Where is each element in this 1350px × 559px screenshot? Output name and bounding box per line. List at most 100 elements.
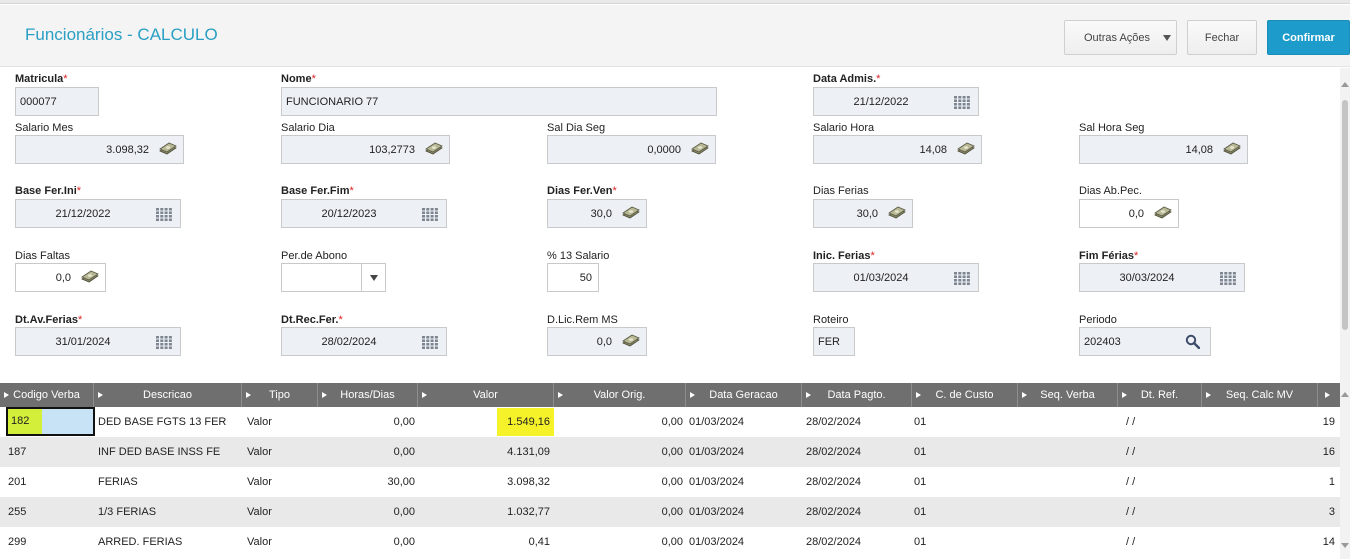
base-fer-ini-input[interactable]: 21/12/2022 [15, 199, 181, 228]
d-lic-rem-ms-label: D.Lic.Rem MS [547, 314, 618, 326]
selected-cell[interactable]: 182 [6, 407, 95, 436]
scroll-thumb[interactable] [1342, 100, 1348, 330]
col-data-geracao[interactable]: Data Geracao [686, 383, 802, 407]
col-dt-ref[interactable]: Dt. Ref. [1118, 383, 1202, 407]
col-seq-verba[interactable]: Seq. Verba [1018, 383, 1118, 407]
dias-fer-ven-input[interactable]: 30,0 [547, 199, 647, 228]
money-icon[interactable] [622, 206, 640, 221]
sal-hora-seg-input[interactable]: 14,08 [1079, 135, 1248, 164]
cell-dt-ref: / / [1126, 446, 1136, 458]
col-horas-dias[interactable]: Horas/Dias [318, 383, 418, 407]
inic-ferias-label: Inic. Ferias* [813, 250, 875, 262]
close-button[interactable]: Fechar [1187, 20, 1257, 55]
sort-arrow-icon [4, 392, 9, 398]
cell-horas: 0,00 [393, 416, 415, 428]
col-more[interactable] [1318, 383, 1340, 407]
data-admis-input[interactable]: 21/12/2022 [813, 87, 979, 116]
cell-tipo: Valor [247, 416, 272, 428]
col-c-de-custo[interactable]: C. de Custo [912, 383, 1018, 407]
col-data-pagto[interactable]: Data Pagto. [802, 383, 912, 407]
dias-ferias-input[interactable]: 30,0 [813, 199, 913, 228]
dias-faltas-label: Dias Faltas [15, 250, 71, 262]
money-icon[interactable] [622, 334, 640, 349]
scroll-up-icon[interactable] [1341, 82, 1349, 87]
money-icon[interactable] [957, 142, 975, 157]
salario-dia-input[interactable]: 103,2773 [281, 135, 450, 164]
base-fer-ini-label: Base Fer.Ini* [15, 185, 82, 197]
sal-dia-seg-input[interactable]: 0,0000 [547, 135, 716, 164]
money-icon[interactable] [81, 270, 99, 285]
cell-seq-calc: 3 [1328, 506, 1335, 518]
calendar-icon[interactable] [156, 208, 172, 221]
cell-horas: 30,00 [387, 476, 415, 488]
salario-mes-input[interactable]: 3.098,32 [15, 135, 184, 164]
scroll-up-icon[interactable] [1341, 392, 1349, 397]
confirm-button[interactable]: Confirmar [1267, 20, 1350, 55]
grid-scrollbar[interactable] [1340, 383, 1350, 559]
money-icon[interactable] [888, 206, 906, 221]
dias-ab-pec-label: Dias Ab.Pec. [1079, 185, 1142, 197]
base-fer-fim-input[interactable]: 20/12/2023 [281, 199, 447, 228]
col-tipo[interactable]: Tipo [242, 383, 318, 407]
table-row[interactable]: 182 DED BASE FGTS 13 FER Valor 0,00 1.54… [0, 407, 1340, 437]
dias-ab-pec-input[interactable]: 0,0 [1079, 199, 1179, 228]
cell-dt-ref: / / [1126, 506, 1136, 518]
scroll-down-icon[interactable] [1341, 543, 1349, 548]
inic-ferias-input[interactable]: 01/03/2024 [813, 263, 979, 292]
other-actions-button[interactable]: Outras Ações [1064, 20, 1177, 55]
dias-ferias-label: Dias Ferias [813, 185, 869, 197]
search-icon[interactable] [1185, 334, 1200, 349]
sort-arrow-icon [806, 392, 811, 398]
cell-codigo: 255 [8, 506, 27, 518]
cell-valor-orig: 0,00 [661, 476, 683, 488]
calendar-icon[interactable] [954, 272, 970, 285]
matricula-input[interactable]: 000077 [15, 87, 99, 116]
fim-ferias-input[interactable]: 30/03/2024 [1079, 263, 1245, 292]
sort-arrow-icon [322, 392, 327, 398]
cell-data-pagto: 28/02/2024 [806, 446, 862, 458]
caret-down-icon [1163, 35, 1171, 41]
form-scrollbar[interactable] [1340, 68, 1350, 383]
periodo-input[interactable]: 202403 [1079, 327, 1211, 356]
money-icon[interactable] [1223, 142, 1241, 157]
table-row[interactable]: 187 INF DED BASE INSS FE Valor 0,00 4.13… [0, 437, 1340, 467]
cell-seq-calc: 16 [1322, 446, 1335, 458]
base-fer-fim-label: Base Fer.Fim* [281, 185, 354, 197]
salario-hora-label: Salario Hora [813, 122, 875, 134]
cell-descricao: 1/3 FERIAS [98, 506, 157, 518]
cell-data-pagto: 28/02/2024 [806, 416, 862, 428]
cell-tipo: Valor [247, 506, 272, 518]
col-seq-calc-mv[interactable]: Seq. Calc MV [1202, 383, 1318, 407]
pct-13-salario-input[interactable]: 50 [547, 263, 599, 292]
calendar-icon[interactable] [954, 96, 970, 109]
money-icon[interactable] [425, 142, 443, 157]
cell-descricao: DED BASE FGTS 13 FER [98, 416, 227, 428]
col-valor[interactable]: Valor [418, 383, 554, 407]
dropdown-toggle[interactable] [361, 264, 385, 291]
table-row[interactable]: 299 ARRED. FERIAS Valor 0,00 0,41 0,00 0… [0, 527, 1340, 557]
money-icon[interactable] [159, 142, 177, 157]
calendar-icon[interactable] [422, 208, 438, 221]
table-row[interactable]: 201 FERIAS Valor 30,00 3.098,32 0,00 01/… [0, 467, 1340, 497]
col-descricao[interactable]: Descricao [94, 383, 242, 407]
calendar-icon[interactable] [1220, 272, 1236, 285]
money-icon[interactable] [1154, 206, 1172, 221]
per-abono-select[interactable] [281, 263, 386, 292]
calendar-icon[interactable] [156, 336, 172, 349]
cell-descricao: INF DED BASE INSS FE [98, 446, 221, 458]
verbas-grid: Codigo Verba Descricao Tipo Horas/Dias V… [0, 383, 1340, 559]
cell-descricao: ARRED. FERIAS [98, 536, 183, 548]
col-valor-orig[interactable]: Valor Orig. [554, 383, 686, 407]
salario-hora-input[interactable]: 14,08 [813, 135, 982, 164]
d-lic-rem-ms-input[interactable]: 0,0 [547, 327, 647, 356]
dt-rec-fer-input[interactable]: 28/02/2024 [281, 327, 447, 356]
nome-input[interactable]: FUNCIONARIO 77 [281, 87, 717, 116]
dias-faltas-input[interactable]: 0,0 [15, 263, 106, 292]
table-row[interactable]: 255 1/3 FERIAS Valor 0,00 1.032,77 0,00 … [0, 497, 1340, 527]
dt-av-ferias-input[interactable]: 31/01/2024 [15, 327, 181, 356]
roteiro-input[interactable]: FER [813, 327, 855, 356]
calendar-icon[interactable] [422, 336, 438, 349]
sort-arrow-icon [246, 392, 251, 398]
money-icon[interactable] [691, 142, 709, 157]
col-codigo-verba[interactable]: Codigo Verba [0, 383, 94, 407]
